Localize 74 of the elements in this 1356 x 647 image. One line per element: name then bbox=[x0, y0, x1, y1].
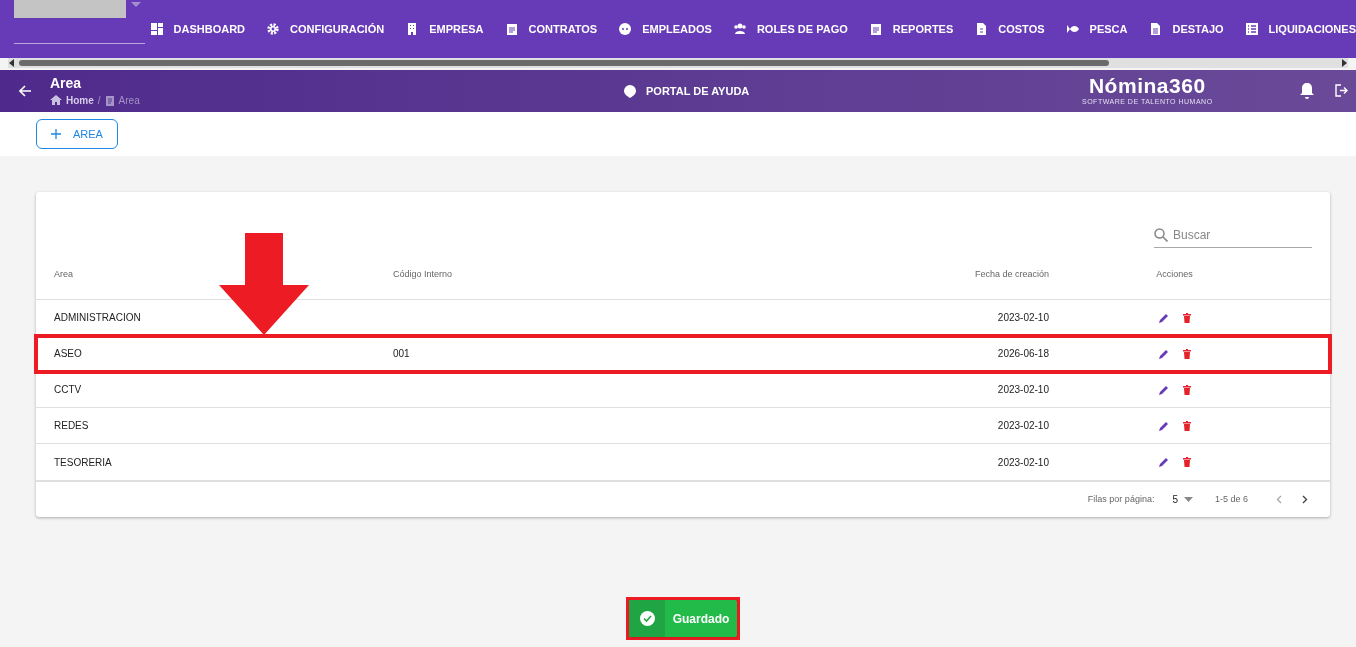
dropdown-caret-icon bbox=[1183, 497, 1193, 502]
nav-menu-item[interactable]: DESTAJO bbox=[1149, 20, 1224, 38]
help-portal-link[interactable]: PORTAL DE AYUDA bbox=[646, 83, 750, 100]
nav-menu-item[interactable]: PESCA bbox=[1066, 20, 1128, 38]
toast-message: Guardado bbox=[671, 610, 731, 628]
table-cell-text: 2023-02-10 bbox=[996, 383, 1049, 397]
rows-per-page-select[interactable]: 5 bbox=[1172, 492, 1193, 507]
table-cell-text: 2023-02-10 bbox=[996, 455, 1049, 470]
edit-pencil-icon[interactable] bbox=[1158, 420, 1169, 431]
nav-menu-item[interactable]: CONFIGURACIÓN bbox=[267, 20, 385, 38]
logout-icon[interactable] bbox=[1335, 84, 1348, 97]
building-icon bbox=[406, 23, 419, 35]
edit-pencil-icon[interactable] bbox=[1158, 312, 1169, 323]
nav-menu-item[interactable]: COSTOS bbox=[975, 20, 1045, 38]
search-icon bbox=[1154, 227, 1168, 242]
column-header: Fecha de creación bbox=[973, 267, 1049, 281]
edit-pencil-icon[interactable] bbox=[1158, 384, 1169, 395]
rows-per-page-label: Filas por página: bbox=[1087, 492, 1155, 506]
nav-menu-item[interactable]: DASHBOARD bbox=[150, 20, 246, 38]
people-icon bbox=[733, 23, 746, 35]
help-icon bbox=[624, 84, 636, 98]
nav-menu-item[interactable]: EMPRESA bbox=[406, 20, 484, 38]
table-cell-text: 2023-02-10 bbox=[996, 311, 1049, 325]
list-icon bbox=[1245, 23, 1258, 35]
nav-menu-item[interactable]: CONTRATOS bbox=[505, 20, 598, 38]
fish-icon bbox=[1066, 23, 1079, 35]
delete-trash-icon[interactable] bbox=[1182, 348, 1191, 359]
page-title: Area bbox=[50, 74, 83, 91]
next-page-icon[interactable] bbox=[1302, 495, 1308, 504]
delete-trash-icon[interactable] bbox=[1182, 384, 1191, 395]
search-field[interactable]: Buscar bbox=[1173, 223, 1303, 246]
dashboard-icon bbox=[150, 23, 163, 35]
document-icon bbox=[1149, 23, 1162, 35]
settings-icon bbox=[267, 23, 280, 35]
nav-menu-item[interactable]: REPORTES bbox=[869, 20, 954, 38]
notification-bell-icon[interactable] bbox=[1300, 83, 1314, 99]
table-cell-text: ASEO bbox=[53, 347, 83, 361]
home-icon bbox=[50, 95, 62, 105]
nav-menu-item[interactable]: EMPLEADOS bbox=[619, 20, 712, 38]
column-header: Código Interno bbox=[393, 267, 454, 281]
clipboard-icon bbox=[869, 23, 882, 35]
table-cell-text: ADMINISTRACION bbox=[53, 311, 142, 325]
table-cell-text: 001 bbox=[393, 347, 411, 361]
nav-menu-item[interactable]: LIQUIDACIONES bbox=[1245, 20, 1356, 38]
clipboard-icon bbox=[104, 94, 115, 106]
column-header: Acciones bbox=[1155, 267, 1194, 281]
check-circle-icon bbox=[639, 611, 655, 626]
logo-text: Nómina360 bbox=[1088, 74, 1206, 98]
table-cell-text: CCTV bbox=[53, 383, 83, 397]
column-header: Area bbox=[53, 267, 74, 281]
face-icon bbox=[619, 23, 632, 35]
table-cell-text: TESORERIA bbox=[53, 455, 113, 470]
nav-menu-item[interactable]: ROLES DE PAGO bbox=[733, 20, 848, 38]
scroll-right-arrow-icon[interactable] bbox=[1341, 59, 1347, 67]
delete-trash-icon[interactable] bbox=[1182, 420, 1191, 431]
breadcrumb-current: Area bbox=[118, 93, 140, 108]
table-cell-text: REDES bbox=[53, 419, 90, 433]
scroll-left-arrow-icon[interactable] bbox=[9, 59, 15, 67]
horizontal-scrollbar[interactable] bbox=[8, 58, 1348, 68]
clipboard-icon bbox=[505, 23, 518, 35]
breadcrumb-separator: / bbox=[97, 93, 101, 108]
pagination-range: 1-5 de 6 bbox=[1214, 492, 1248, 506]
table-cell-text: 2026-06-18 bbox=[996, 347, 1049, 361]
delete-trash-icon[interactable] bbox=[1182, 457, 1191, 467]
breadcrumb-link[interactable]: Home bbox=[66, 92, 94, 108]
delete-trash-icon[interactable] bbox=[1182, 312, 1191, 323]
edit-pencil-icon[interactable] bbox=[1158, 348, 1169, 359]
plus-icon bbox=[51, 129, 61, 139]
dropdown-caret-icon[interactable] bbox=[130, 2, 141, 7]
edit-pencil-icon[interactable] bbox=[1158, 457, 1169, 467]
back-arrow-icon[interactable] bbox=[19, 85, 32, 97]
add-area-button[interactable]: AREA bbox=[36, 119, 118, 149]
document-icon bbox=[975, 23, 988, 35]
table-cell-text: 2023-02-10 bbox=[996, 419, 1049, 433]
